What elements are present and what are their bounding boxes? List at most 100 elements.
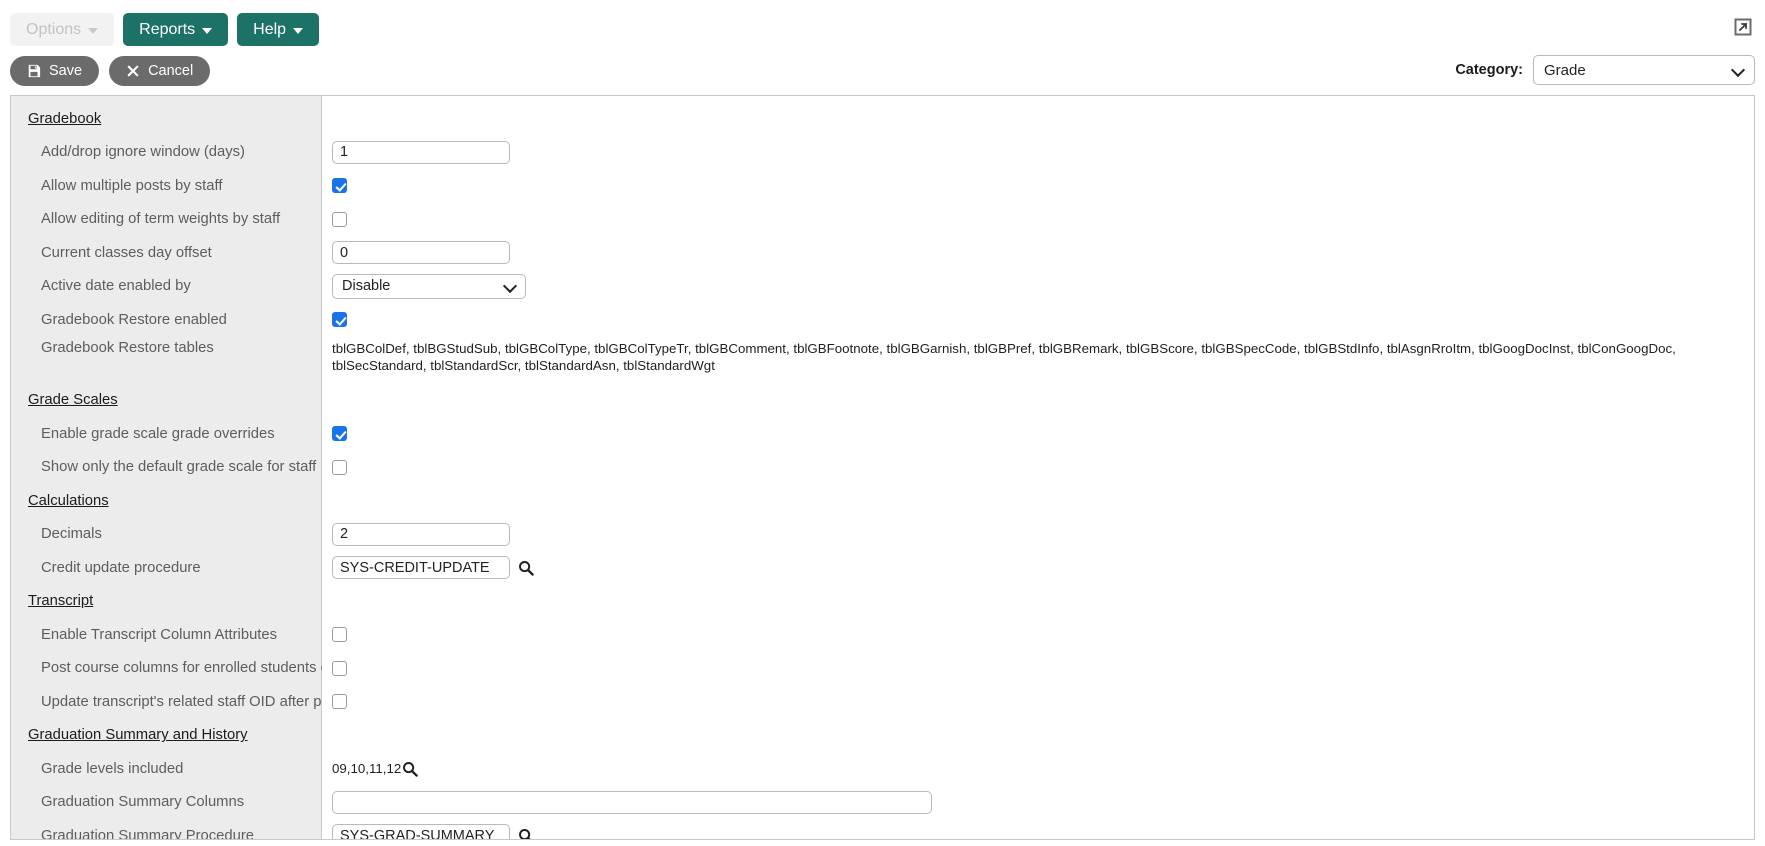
category-select[interactable]: Grade bbox=[1533, 55, 1755, 85]
setting-field-row: 09,10,11,12 bbox=[322, 752, 1754, 786]
setting-field-row bbox=[322, 551, 1754, 585]
input-credit-update-procedure[interactable] bbox=[332, 556, 510, 580]
settings-panel: Gradebook Add/drop ignore window (days) Al… bbox=[10, 95, 1755, 840]
input-decimals[interactable] bbox=[332, 522, 510, 546]
select-active-date-enabled-by[interactable]: Disable bbox=[332, 273, 526, 299]
checkbox-allow-multiple-posts-by-staff[interactable] bbox=[332, 178, 347, 194]
setting-field-row bbox=[322, 685, 1754, 719]
setting-label-row: Current classes day offset bbox=[11, 236, 321, 270]
setting-label-gradebook-restore-tables: Gradebook Restore tables bbox=[41, 339, 214, 356]
x-mark-icon bbox=[126, 64, 140, 78]
reports-menu-label: Reports bbox=[139, 20, 196, 38]
cancel-button[interactable]: Cancel bbox=[109, 56, 211, 86]
group-heading-label: Calculations bbox=[28, 492, 109, 509]
setting-control-wrapper bbox=[322, 211, 347, 227]
setting-label-row: Allow editing of term weights by staff bbox=[11, 203, 321, 237]
setting-label-row: Graduation Summary Procedure bbox=[11, 819, 321, 840]
checkbox-post-course-columns-for-enrolled-students-only[interactable] bbox=[332, 660, 347, 676]
checkbox-enable-transcript-column-attributes[interactable] bbox=[332, 627, 347, 643]
magnifier-icon[interactable] bbox=[402, 761, 419, 777]
help-menu-button[interactable]: Help bbox=[237, 13, 320, 46]
reports-menu-button[interactable]: Reports bbox=[123, 13, 229, 46]
magnifier-icon[interactable] bbox=[518, 560, 534, 576]
setting-field-row bbox=[322, 236, 1754, 270]
setting-label-row: Gradebook Restore tables bbox=[11, 337, 321, 384]
input-current-classes-day-offset[interactable] bbox=[332, 241, 510, 265]
group-heading-spacer bbox=[322, 102, 1754, 136]
setting-label-decimals: Decimals bbox=[41, 526, 102, 543]
setting-label-gradebook-restore-enabled: Gradebook Restore enabled bbox=[41, 311, 227, 328]
checkbox-enable-grade-scale-grade-overrides[interactable] bbox=[332, 426, 347, 442]
setting-field-row bbox=[322, 136, 1754, 170]
group-heading-spacer bbox=[322, 384, 1754, 418]
input-add-drop-ignore-window-days[interactable] bbox=[332, 140, 510, 164]
group-heading-label: Transcript bbox=[28, 593, 94, 610]
category-selector: Category: Grade bbox=[1455, 55, 1755, 85]
setting-label-grade-levels-included: Grade levels included bbox=[41, 760, 184, 777]
expand-window-icon[interactable] bbox=[1734, 18, 1752, 36]
input-graduation-summary-procedure[interactable] bbox=[332, 824, 510, 839]
value-gradebook-restore-tables: tblGBColDef, tblBGStudSub, tblGBColType,… bbox=[332, 340, 1676, 374]
setting-label-credit-update-procedure: Credit update procedure bbox=[41, 559, 201, 576]
setting-label-row: Active date enabled by bbox=[11, 270, 321, 304]
setting-field-row bbox=[322, 518, 1754, 552]
options-menu-button[interactable]: Options bbox=[10, 13, 115, 46]
setting-control-wrapper bbox=[322, 522, 510, 546]
group-heading-row-gradebook: Gradebook bbox=[11, 102, 321, 136]
setting-label-row: Show only the default grade scale for st… bbox=[11, 451, 321, 485]
checkbox-allow-editing-of-term-weights-by-staff[interactable] bbox=[332, 211, 347, 227]
cancel-label: Cancel bbox=[148, 62, 194, 79]
setting-control-wrapper bbox=[322, 426, 347, 442]
checkbox-update-transcript-s-related-staff-oid-after-post[interactable] bbox=[332, 694, 347, 710]
setting-label-add-drop-ignore-window-days: Add/drop ignore window (days) bbox=[41, 144, 245, 161]
setting-field-row bbox=[322, 417, 1754, 451]
checkbox-show-only-the-default-grade-scale-for-staff[interactable] bbox=[332, 459, 347, 475]
setting-label-row: Enable grade scale grade overrides bbox=[11, 417, 321, 451]
setting-label-allow-editing-of-term-weights-by-staff: Allow editing of term weights by staff bbox=[41, 211, 281, 228]
setting-field-row: Disable bbox=[322, 270, 1754, 304]
category-select-value: Grade bbox=[1544, 61, 1586, 79]
setting-control-wrapper: 09,10,11,12 bbox=[322, 761, 419, 777]
chevron-down-icon bbox=[1732, 64, 1744, 76]
group-heading-row-calculations: Calculations bbox=[11, 484, 321, 518]
setting-control-wrapper bbox=[322, 241, 510, 265]
setting-label-row: Post course columns for enrolled student… bbox=[11, 652, 348, 686]
toolbar: Options Reports Help Save Cancel Categor… bbox=[0, 0, 1765, 97]
setting-control-wrapper bbox=[322, 790, 932, 814]
group-heading-label: Grade Scales bbox=[28, 392, 118, 409]
setting-label-row: Decimals bbox=[11, 518, 321, 552]
floppy-disk-icon bbox=[27, 64, 41, 78]
group-heading-spacer bbox=[322, 585, 1754, 619]
setting-control-wrapper bbox=[322, 660, 347, 676]
chevron-down-icon bbox=[88, 27, 99, 34]
save-button[interactable]: Save bbox=[10, 56, 100, 86]
group-heading-spacer bbox=[322, 484, 1754, 518]
setting-label-allow-multiple-posts-by-staff: Allow multiple posts by staff bbox=[41, 177, 223, 194]
setting-label-post-course-columns-for-enrolled-students-only: Post course columns for enrolled student… bbox=[41, 660, 348, 677]
setting-control-wrapper bbox=[322, 627, 347, 643]
group-heading-row-graduation-summary-and-history: Graduation Summary and History bbox=[11, 719, 321, 753]
setting-label-row: Graduation Summary Columns bbox=[11, 786, 321, 820]
setting-control-wrapper: Disable bbox=[322, 273, 526, 299]
setting-label-current-classes-day-offset: Current classes day offset bbox=[41, 244, 212, 261]
magnifier-icon[interactable] bbox=[518, 828, 534, 839]
setting-field-row: tblGBColDef, tblBGStudSub, tblGBColType,… bbox=[322, 337, 1754, 384]
setting-control-wrapper bbox=[322, 140, 510, 164]
help-menu-label: Help bbox=[253, 20, 287, 38]
setting-label-graduation-summary-columns: Graduation Summary Columns bbox=[41, 794, 245, 811]
setting-label-row: Add/drop ignore window (days) bbox=[11, 136, 321, 170]
input-graduation-summary-columns[interactable] bbox=[332, 790, 932, 814]
group-heading-label: Gradebook bbox=[28, 110, 102, 127]
setting-label-graduation-summary-procedure: Graduation Summary Procedure bbox=[41, 827, 255, 840]
group-heading-row-grade-scales: Grade Scales bbox=[11, 384, 321, 418]
checkbox-gradebook-restore-enabled[interactable] bbox=[332, 312, 347, 328]
setting-control-wrapper bbox=[322, 694, 347, 710]
settings-page: Options Reports Help Save Cancel Categor… bbox=[0, 0, 1765, 846]
chevron-down-icon bbox=[293, 27, 304, 34]
action-bar: Save Cancel bbox=[10, 56, 211, 86]
setting-control-wrapper bbox=[322, 178, 347, 194]
setting-control-wrapper: tblGBColDef, tblBGStudSub, tblGBColType,… bbox=[322, 340, 1750, 375]
settings-label-column: Gradebook Add/drop ignore window (days) Al… bbox=[11, 96, 348, 840]
category-label: Category: bbox=[1455, 62, 1523, 78]
group-heading-spacer bbox=[322, 719, 1754, 753]
